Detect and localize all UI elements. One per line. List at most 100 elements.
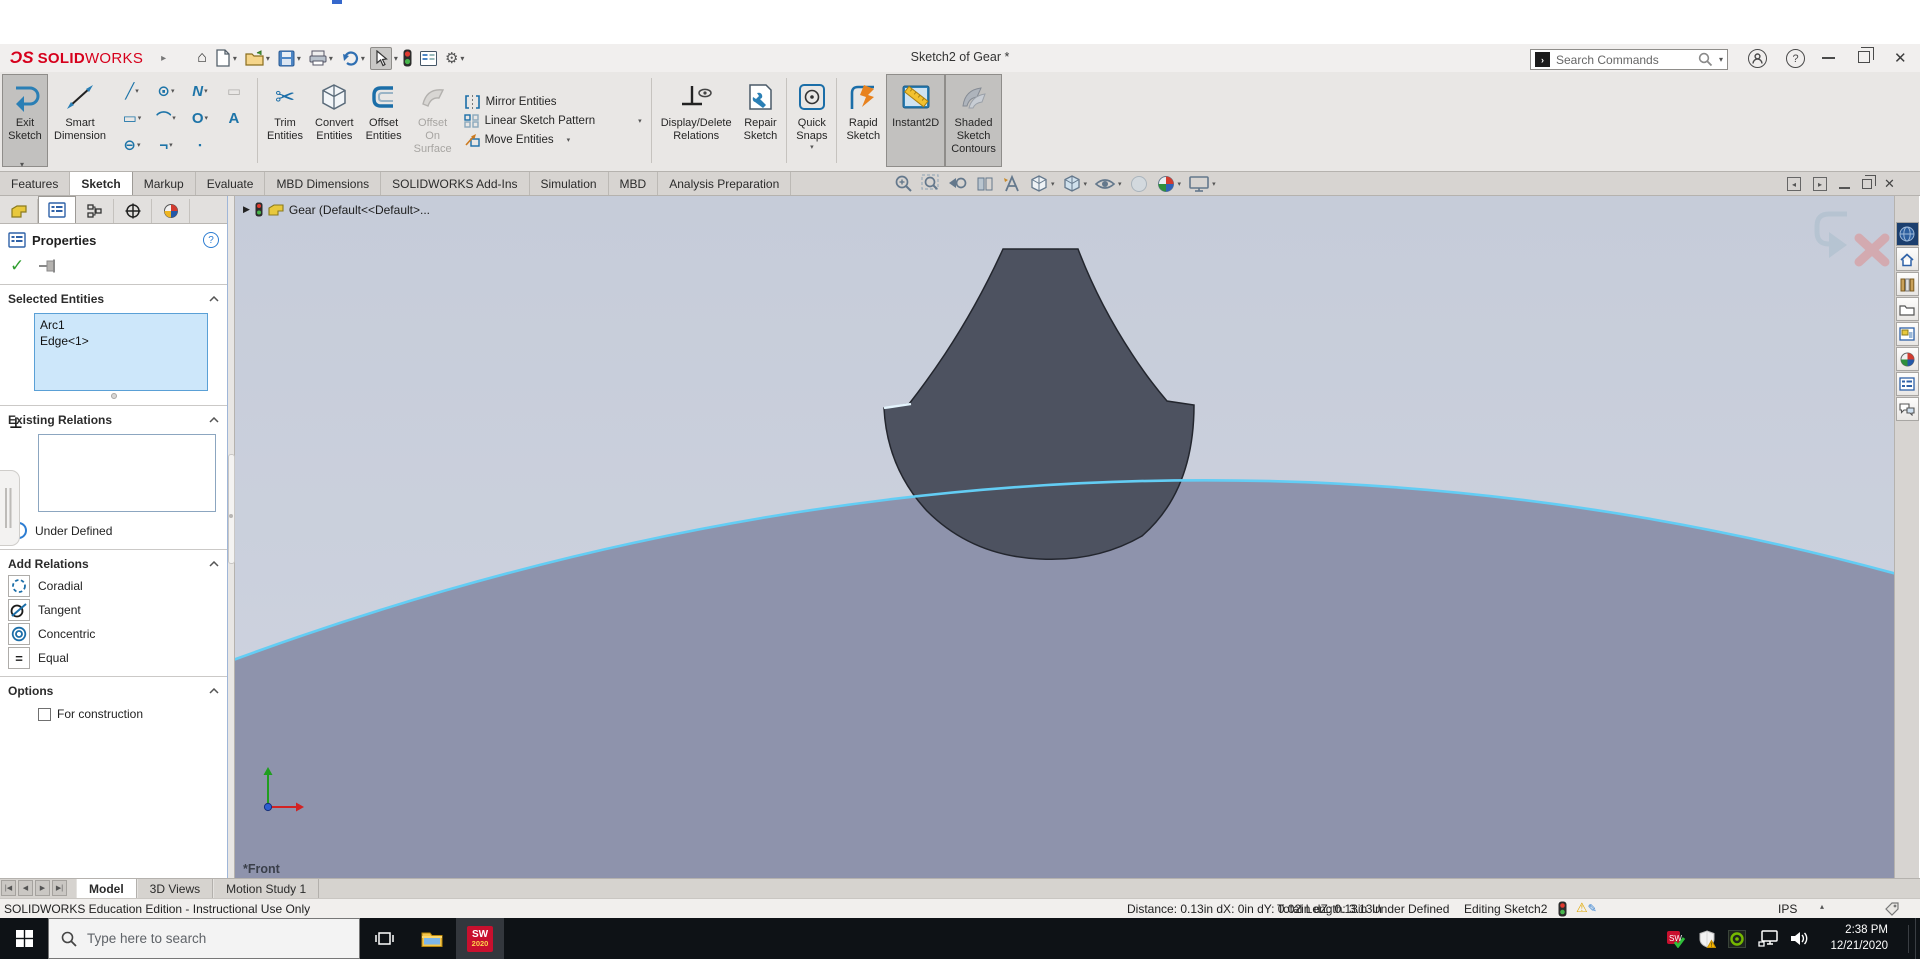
for-construction-row[interactable]: For construction (0, 701, 227, 721)
home-button[interactable] (1896, 247, 1919, 271)
point-tool[interactable]: ▪ (184, 133, 216, 157)
show-desktop-button[interactable] (1915, 918, 1920, 959)
zoom-to-area-button[interactable] (921, 174, 941, 194)
tab-markup[interactable]: Markup (133, 172, 196, 195)
nvidia-tray-button[interactable] (1728, 930, 1746, 948)
listbox-resize-grip[interactable] (111, 393, 117, 399)
slot-tool[interactable]: ⊖▾ (116, 133, 148, 157)
dropdown-caret-icon[interactable]: ▾ (297, 54, 301, 63)
solidworks-tray-button[interactable]: SW (1666, 930, 1686, 948)
settings-button[interactable]: ⚙ ▾ (442, 47, 467, 69)
close-button[interactable]: ✕ (1894, 49, 1907, 67)
menu-flyout-icon[interactable]: ▸ (161, 53, 166, 64)
search-scope-caret-icon[interactable]: ▾ (1719, 55, 1723, 64)
task-pane-list-button[interactable] (417, 49, 440, 68)
selected-entities-header[interactable]: Selected Entities (0, 285, 227, 309)
custom-properties-button[interactable] (1896, 372, 1919, 396)
apply-scene-button[interactable]: ▾ (1156, 174, 1182, 194)
tab-dimxpert-manager[interactable] (114, 199, 152, 223)
options-header[interactable]: Options (0, 677, 227, 701)
mirror-entities-button[interactable]: Mirror Entities (464, 95, 642, 109)
line-tool[interactable]: ╱▾ (116, 79, 148, 103)
tab-3d-views[interactable]: 3D Views (137, 879, 213, 898)
ok-button[interactable]: ✓ (10, 256, 24, 276)
dropdown-caret-icon[interactable]: ▾ (171, 87, 175, 95)
section-view-button[interactable] (975, 174, 995, 194)
view-palette-button[interactable] (1896, 322, 1919, 346)
smart-dimension-button[interactable]: Smart Dimension (48, 74, 112, 167)
ellipse-tool[interactable]: O▾ (184, 106, 216, 130)
selected-entity-item[interactable]: Arc1 (40, 317, 202, 333)
display-style-button[interactable]: ▾ (1062, 174, 1088, 194)
dropdown-caret-icon[interactable]: ▾ (169, 141, 173, 149)
dropdown-caret-icon[interactable]: ▾ (1084, 180, 1088, 188)
login-button[interactable] (1748, 49, 1767, 68)
pane-left-button[interactable]: ◂ (1787, 177, 1801, 191)
viewport-close-button[interactable]: ✕ (1884, 176, 1895, 192)
previous-view-button[interactable] (948, 174, 968, 194)
linear-sketch-pattern-button[interactable]: Linear Sketch Pattern ▾ (464, 114, 642, 128)
unit-system-selector[interactable]: IPS (1778, 902, 1797, 916)
offset-entities-button[interactable]: Offset Entities (360, 74, 408, 167)
select-tool-button[interactable] (370, 47, 392, 70)
panel-help-button[interactable]: ? (203, 232, 219, 248)
tab-nav-first-button[interactable]: |◀ (1, 880, 16, 896)
dropdown-caret-icon[interactable]: ▾ (135, 87, 139, 95)
design-library-button[interactable] (1896, 272, 1919, 296)
relation-equal-button[interactable]: = Equal (0, 646, 227, 670)
convert-entities-button[interactable]: Convert Entities (309, 74, 360, 167)
pane-right-button[interactable]: ▸ (1813, 177, 1827, 191)
graphics-viewport[interactable]: ▶ Gear (Default<<Default>... *Front (235, 196, 1894, 878)
dropdown-caret-icon[interactable]: ▾ (361, 54, 365, 63)
task-view-button[interactable] (360, 918, 408, 959)
sketch-canvas[interactable] (235, 196, 1894, 878)
tab-evaluate[interactable]: Evaluate (196, 172, 266, 195)
sketch-warning-icon[interactable]: ⚠✎ (1576, 900, 1597, 916)
tab-simulation[interactable]: Simulation (530, 172, 609, 195)
hide-show-items-button[interactable]: ▾ (1094, 174, 1122, 194)
dropdown-caret-icon[interactable]: ▾ (638, 117, 642, 125)
open-button[interactable]: ▾ (242, 48, 273, 68)
defender-tray-button[interactable]: ! (1698, 930, 1716, 948)
splitter-handle[interactable] (228, 454, 235, 564)
help-button[interactable]: ? (1786, 49, 1805, 68)
tab-nav-last-button[interactable]: ▶| (52, 880, 67, 896)
viewport-restore-button[interactable] (1862, 179, 1872, 189)
dropdown-caret-icon[interactable]: ▾ (460, 54, 464, 63)
performance-button[interactable] (400, 47, 415, 69)
tab-nav-next-button[interactable]: ▶ (35, 880, 50, 896)
status-tag-icon[interactable] (1884, 901, 1900, 917)
print-button[interactable]: ▾ (306, 48, 336, 68)
dropdown-caret-icon[interactable]: ▾ (1118, 180, 1122, 188)
tab-model[interactable]: Model (76, 879, 137, 898)
panel-splitter[interactable] (228, 196, 235, 878)
dropdown-caret-icon[interactable]: ▾ (204, 87, 208, 95)
add-relations-header[interactable]: Add Relations (0, 550, 227, 574)
relation-coradial-button[interactable]: Coradial (0, 574, 227, 598)
dropdown-caret-icon[interactable]: ▾ (233, 54, 237, 63)
view-orientation-button[interactable]: ▾ (1029, 174, 1055, 194)
tab-mbd[interactable]: MBD (609, 172, 659, 195)
undo-button[interactable]: ▾ (338, 48, 368, 68)
taskbar-clock[interactable]: 2:38 PM 12/21/2020 (1822, 923, 1896, 954)
selected-entity-item[interactable]: Edge<1> (40, 333, 202, 349)
appearances-button[interactable] (1896, 347, 1919, 371)
fillet-tool[interactable]: ¬▾ (150, 133, 182, 157)
dropdown-caret-icon[interactable]: ▾ (567, 136, 571, 144)
unit-caret-icon[interactable]: ▴ (1820, 902, 1824, 911)
file-explorer-button[interactable] (408, 918, 456, 959)
breadcrumb[interactable]: ▶ Gear (Default<<Default>... (243, 202, 430, 217)
dropdown-caret-icon[interactable]: ▾ (137, 141, 141, 149)
dropdown-caret-icon[interactable]: ▾ (1212, 180, 1216, 188)
search-commands-box[interactable]: › Search Commands ▾ (1530, 49, 1728, 70)
tab-analysis-preparation[interactable]: Analysis Preparation (658, 172, 791, 195)
rectangle-tool[interactable]: ▭▾ (116, 106, 148, 130)
viewport-minimize-button[interactable] (1839, 187, 1850, 189)
tab-property-manager[interactable] (38, 196, 76, 223)
view-settings-button[interactable]: ▾ (1188, 174, 1216, 194)
taskbar-search-input[interactable]: Type here to search (87, 931, 206, 946)
arc-tool[interactable]: ⌒▾ (150, 106, 182, 130)
pin-icon[interactable] (38, 259, 58, 273)
relation-concentric-button[interactable]: Concentric (0, 622, 227, 646)
home-button[interactable]: ⌂ (194, 47, 210, 69)
